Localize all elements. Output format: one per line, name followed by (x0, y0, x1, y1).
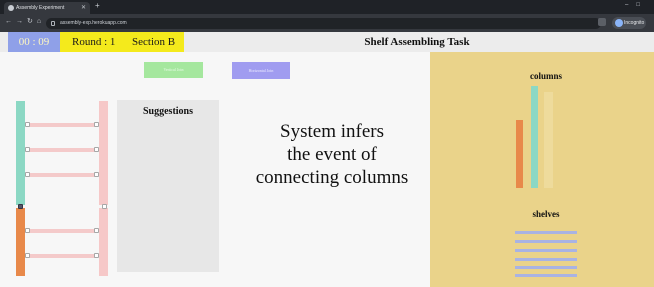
palette-column-orange[interactable] (516, 120, 523, 188)
extension-icon[interactable] (598, 18, 606, 26)
shelf-board[interactable] (26, 123, 98, 127)
connector-node[interactable] (25, 122, 30, 127)
connector-node[interactable] (94, 172, 99, 177)
connector-node[interactable] (25, 147, 30, 152)
caption-line: connecting columns (255, 167, 409, 188)
connector-node-selected[interactable] (18, 204, 23, 209)
palette-shelf[interactable] (515, 240, 577, 243)
shelf-board[interactable] (26, 173, 98, 177)
shelf-board[interactable] (26, 254, 98, 258)
connector-node[interactable] (94, 253, 99, 258)
section-label: Section B (132, 36, 176, 48)
avatar (615, 19, 623, 27)
address-bar[interactable]: assembly-exp.herokuapp.com (46, 18, 601, 29)
new-tab-icon[interactable]: + (95, 1, 100, 10)
palette-shelf[interactable] (515, 258, 577, 261)
shelves-title: shelves (532, 209, 560, 219)
close-tab-icon[interactable]: ✕ (81, 2, 86, 14)
suggestions-panel (117, 100, 219, 272)
shelf-board[interactable] (26, 148, 98, 152)
connector-node[interactable] (25, 172, 30, 177)
vertical-join-button[interactable]: Vertical Join (144, 62, 203, 78)
palette-shelf[interactable] (515, 249, 577, 252)
connector-node[interactable] (94, 122, 99, 127)
url-text: assembly-exp.herokuapp.com (60, 20, 127, 26)
connector-node[interactable] (94, 228, 99, 233)
suggestions-title: Suggestions (142, 106, 193, 117)
navigation-bar: ←→↻⌂ assembly-exp.herokuapp.com Incognit… (0, 14, 654, 32)
round-section-badge: Round : 1 Section B (60, 32, 184, 52)
lock-icon (51, 21, 55, 26)
page-title: Shelf Assembling Task (364, 36, 470, 48)
connector-node[interactable] (94, 147, 99, 152)
favicon-icon (8, 5, 14, 11)
tab-bar: Assembly Experiment ✕ + –□ (0, 0, 654, 14)
palette-column-teal[interactable] (531, 86, 538, 188)
timer: 00 : 09 (8, 32, 60, 52)
connector-node[interactable] (102, 204, 107, 209)
horizontal-join-button[interactable]: Horizontal Join (232, 62, 290, 79)
palette-shelf[interactable] (515, 231, 577, 234)
connector-node[interactable] (25, 253, 30, 258)
column-orange[interactable] (16, 208, 25, 276)
column-pink-top[interactable] (99, 101, 108, 205)
caption-line: System infers (280, 121, 384, 142)
round-label: Round : 1 (72, 36, 116, 48)
overlay-caption: System infers the event of connecting co… (238, 120, 426, 189)
profile-label: Incognito (624, 20, 645, 26)
palette-shelf[interactable] (515, 266, 577, 269)
caption-line: the event of (287, 144, 377, 165)
window-controls-icon[interactable]: –□ (625, 2, 648, 8)
nav-buttons-icon[interactable]: ←→↻⌂ (5, 17, 45, 25)
palette-column-faint[interactable] (544, 92, 553, 188)
palette-shelf[interactable] (515, 274, 577, 277)
shelf-board[interactable] (26, 229, 98, 233)
column-teal[interactable] (16, 101, 25, 205)
connector-node[interactable] (25, 228, 30, 233)
column-pink-bottom[interactable] (99, 208, 108, 276)
profile-button[interactable]: Incognito (612, 17, 646, 29)
browser-tab[interactable]: Assembly Experiment ✕ (4, 2, 90, 14)
columns-title: columns (529, 71, 562, 81)
tab-title: Assembly Experiment (16, 5, 65, 11)
